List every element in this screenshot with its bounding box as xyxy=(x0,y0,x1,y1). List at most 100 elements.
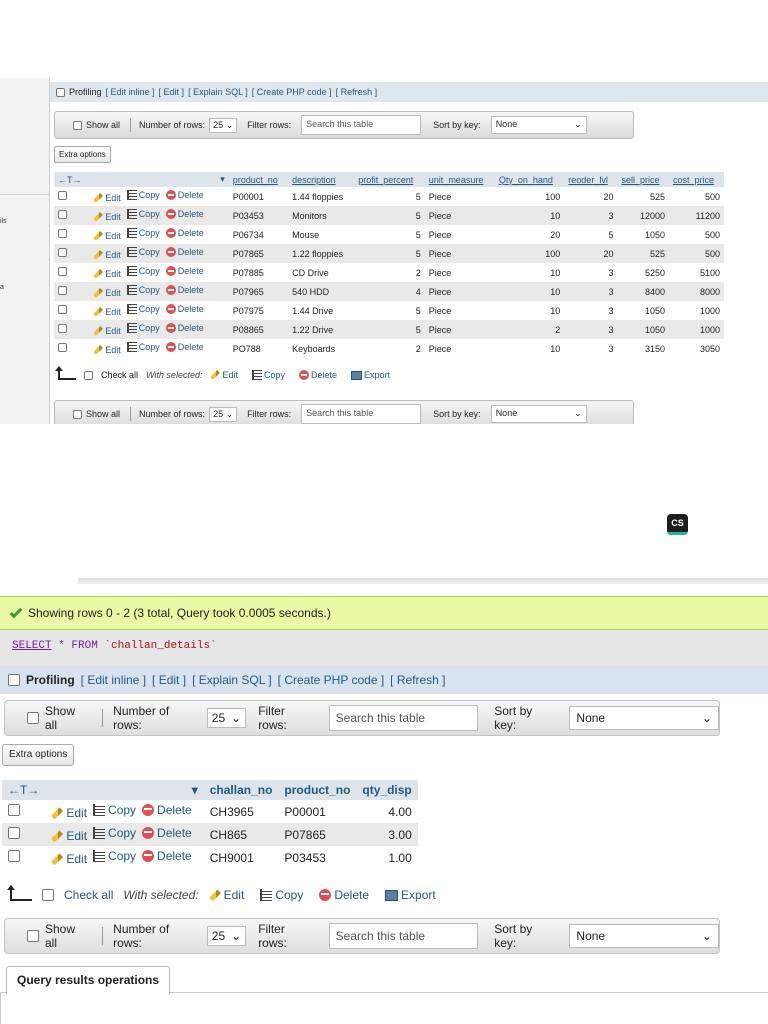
row-copy-button[interactable]: Copy xyxy=(126,190,160,200)
check-all-checkbox[interactable] xyxy=(42,889,54,901)
row-edit-button[interactable]: Edit xyxy=(93,250,121,260)
table-cell[interactable]: 5 xyxy=(354,320,425,339)
rows-select[interactable]: 25 ⌄ xyxy=(209,406,238,422)
row-checkbox[interactable] xyxy=(58,229,67,238)
row-delete-button[interactable]: Delete xyxy=(165,266,204,276)
table-cell[interactable]: Piece xyxy=(424,244,495,263)
column-header-qty-disp[interactable]: qty_disp xyxy=(356,780,418,800)
table-cell[interactable]: P07885 xyxy=(229,263,288,282)
sort-by-key-select[interactable]: None ⌄ xyxy=(490,116,587,134)
filter-rows-input[interactable]: Search this table xyxy=(328,923,479,949)
row-checkbox[interactable] xyxy=(58,286,67,295)
table-cell[interactable]: P07965 xyxy=(228,282,289,301)
sort-by-key-select[interactable]: None ⌄ xyxy=(490,405,587,423)
row-delete-button[interactable]: Delete xyxy=(142,803,192,817)
table-cell[interactable]: Keyboards xyxy=(288,339,354,358)
table-cell[interactable]: 5 xyxy=(354,187,425,206)
edit-inline-link[interactable]: [ Edit inline ] xyxy=(81,673,146,687)
table-cell[interactable]: 5 xyxy=(354,244,425,263)
explain-sql-link[interactable]: [ Explain SQL ] xyxy=(192,673,272,687)
bulk-delete-button[interactable]: Delete xyxy=(299,370,337,380)
table-cell[interactable]: P08865 xyxy=(228,320,289,339)
check-all-label[interactable]: Check all xyxy=(101,370,138,380)
show-all-checkbox[interactable] xyxy=(73,409,82,419)
check-all-label[interactable]: Check all xyxy=(64,888,113,902)
table-cell[interactable]: 500 xyxy=(669,187,724,206)
rows-select[interactable]: 25 ⌄ xyxy=(206,708,247,728)
table-cell[interactable]: 500 xyxy=(669,225,724,244)
table-cell[interactable]: 2 xyxy=(354,339,425,358)
table-cell[interactable]: 3150 xyxy=(618,339,670,358)
table-cell[interactable]: 4.00 xyxy=(356,800,417,823)
column-resize-arrows[interactable]: ←T→ xyxy=(2,780,46,800)
edit-inline-link[interactable]: [ Edit inline ] xyxy=(106,87,155,97)
row-checkbox[interactable] xyxy=(58,248,67,257)
table-cell[interactable]: P07865 xyxy=(228,244,289,263)
row-delete-button[interactable]: Delete xyxy=(142,849,192,863)
table-cell[interactable]: 3 xyxy=(564,263,617,282)
table-cell[interactable]: 10 xyxy=(495,339,564,358)
table-cell[interactable]: Mouse xyxy=(288,225,354,244)
table-cell[interactable]: 3 xyxy=(564,206,618,225)
table-cell[interactable]: P06734 xyxy=(229,225,288,244)
table-cell[interactable]: 1050 xyxy=(618,225,670,244)
bulk-delete-button[interactable]: Delete xyxy=(319,888,369,902)
row-checkbox[interactable] xyxy=(58,324,67,333)
row-edit-button[interactable]: Edit xyxy=(93,326,121,336)
sort-by-key-select[interactable]: None ⌄ xyxy=(569,706,719,730)
bulk-export-button[interactable]: Export xyxy=(385,888,436,902)
table-cell[interactable]: 1.22 floppies xyxy=(288,244,355,263)
table-cell[interactable]: 3 xyxy=(564,282,618,301)
bulk-edit-button[interactable]: Edit xyxy=(210,370,238,380)
rows-select[interactable]: 25 ⌄ xyxy=(209,117,238,133)
table-cell[interactable]: 1.44 floppies xyxy=(288,187,354,206)
row-checkbox[interactable] xyxy=(8,850,20,862)
table-cell[interactable]: Piece xyxy=(424,282,495,301)
row-edit-button[interactable]: Edit xyxy=(93,193,121,203)
sort-indicator[interactable]: ▾ xyxy=(89,172,229,187)
table-cell[interactable]: 3.00 xyxy=(356,823,418,846)
table-cell[interactable]: CH9001 xyxy=(204,846,279,869)
row-edit-button[interactable]: Edit xyxy=(51,806,87,820)
row-copy-button[interactable]: Copy xyxy=(93,849,136,863)
table-cell[interactable]: P07975 xyxy=(229,301,288,320)
row-edit-button[interactable]: Edit xyxy=(93,212,121,222)
profiling-checkbox[interactable] xyxy=(8,674,20,686)
rows-select[interactable]: 25 ⌄ xyxy=(206,926,247,946)
table-cell[interactable]: 12000 xyxy=(617,206,670,225)
show-all-checkbox[interactable] xyxy=(27,930,39,942)
table-cell[interactable]: 4 xyxy=(354,282,425,301)
explain-sql-link[interactable]: [ Explain SQL ] xyxy=(188,87,248,97)
table-cell[interactable]: 10 xyxy=(495,301,564,320)
row-checkbox[interactable] xyxy=(58,305,67,314)
row-delete-button[interactable]: Delete xyxy=(165,228,204,238)
row-edit-button[interactable]: Edit xyxy=(93,269,121,279)
filter-rows-input[interactable]: Search this table xyxy=(301,404,422,424)
filter-rows-input[interactable]: Search this table xyxy=(301,115,422,135)
table-cell[interactable]: 1050 xyxy=(617,320,670,339)
table-cell[interactable]: PO788 xyxy=(229,339,288,358)
table-cell[interactable]: 3 xyxy=(564,339,617,358)
table-cell[interactable]: 5 xyxy=(354,206,425,225)
bulk-edit-button[interactable]: Edit xyxy=(208,888,244,902)
row-checkbox[interactable] xyxy=(58,191,67,200)
row-copy-button[interactable]: Copy xyxy=(126,209,160,219)
extra-options-button[interactable]: Extra options xyxy=(2,744,75,766)
table-cell[interactable]: 20 xyxy=(564,187,617,206)
table-cell[interactable]: 5250 xyxy=(618,263,670,282)
row-checkbox[interactable] xyxy=(58,343,67,352)
row-delete-button[interactable]: Delete xyxy=(165,342,204,352)
refresh-link[interactable]: [ Refresh ] xyxy=(390,673,445,687)
profiling-checkbox[interactable] xyxy=(56,87,65,97)
row-copy-button[interactable]: Copy xyxy=(126,304,160,314)
table-cell[interactable]: 10 xyxy=(495,263,564,282)
show-all-checkbox[interactable] xyxy=(27,712,39,724)
row-edit-button[interactable]: Edit xyxy=(93,307,121,317)
row-copy-button[interactable]: Copy xyxy=(126,285,160,295)
table-cell[interactable]: Piece xyxy=(425,187,495,206)
table-cell[interactable]: CH865 xyxy=(203,823,279,846)
table-cell[interactable]: 20 xyxy=(495,225,564,244)
table-cell[interactable]: 540 HDD xyxy=(288,282,355,301)
bulk-copy-button[interactable]: Copy xyxy=(260,888,303,902)
bulk-export-button[interactable]: Export xyxy=(351,370,390,380)
